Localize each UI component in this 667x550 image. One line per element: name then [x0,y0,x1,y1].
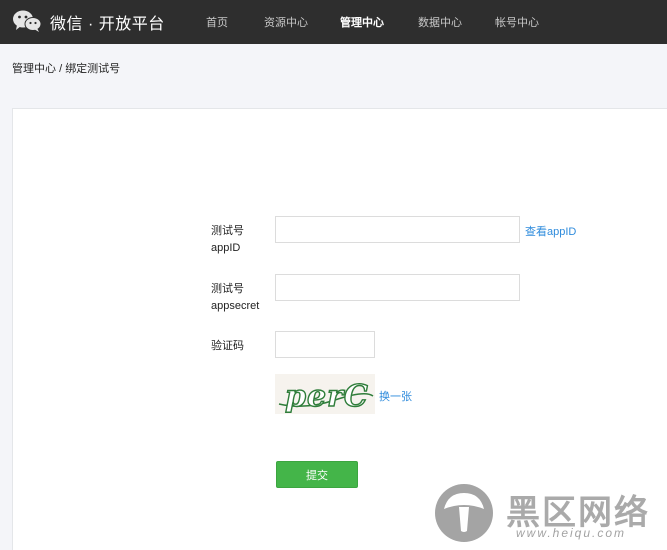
nav-data-center[interactable]: 数据中心 [418,14,462,30]
breadcrumb-separator: / [59,63,63,75]
nav-resource-center[interactable]: 资源中心 [264,14,308,30]
nav-management-center[interactable]: 管理中心 [340,14,384,30]
watermark-url: www.heiqu.com [516,526,627,540]
svg-text:perC: perC [285,379,369,414]
appsecret-input[interactable] [275,274,520,301]
nav-home[interactable]: 首页 [206,14,228,30]
captcha-image[interactable]: perC [275,374,375,415]
appid-label-line1: 测试号 [211,225,244,237]
nav-account-center[interactable]: 帐号中心 [495,14,539,30]
breadcrumb: 管理中心 / 绑定测试号 [12,60,120,76]
appsecret-label: 测试号 appsecret [211,281,259,315]
platform-title[interactable]: 微信 · 开放平台 [50,10,165,34]
appid-label-line2: appID [211,242,241,254]
submit-button[interactable]: 提交 [276,461,358,488]
appid-input[interactable] [275,216,520,243]
view-appid-link[interactable]: 查看appID [525,223,576,239]
breadcrumb-management-center[interactable]: 管理中心 [12,63,56,75]
watermark-mushroom-logo-icon [435,484,493,542]
captcha-label: 验证码 [211,340,244,352]
top-navigation-bar: 微信 · 开放平台 首页 资源中心 管理中心 数据中心 帐号中心 [0,0,667,44]
wechat-logo-icon [13,10,42,32]
appsecret-label-line2: appsecret [211,300,260,312]
refresh-captcha-link[interactable]: 换一张 [379,388,412,404]
captcha-input[interactable] [275,331,375,358]
appsecret-label-line1: 测试号 [211,283,244,295]
breadcrumb-current: 绑定测试号 [65,63,121,75]
appid-label: 测试号 appID [211,223,244,257]
